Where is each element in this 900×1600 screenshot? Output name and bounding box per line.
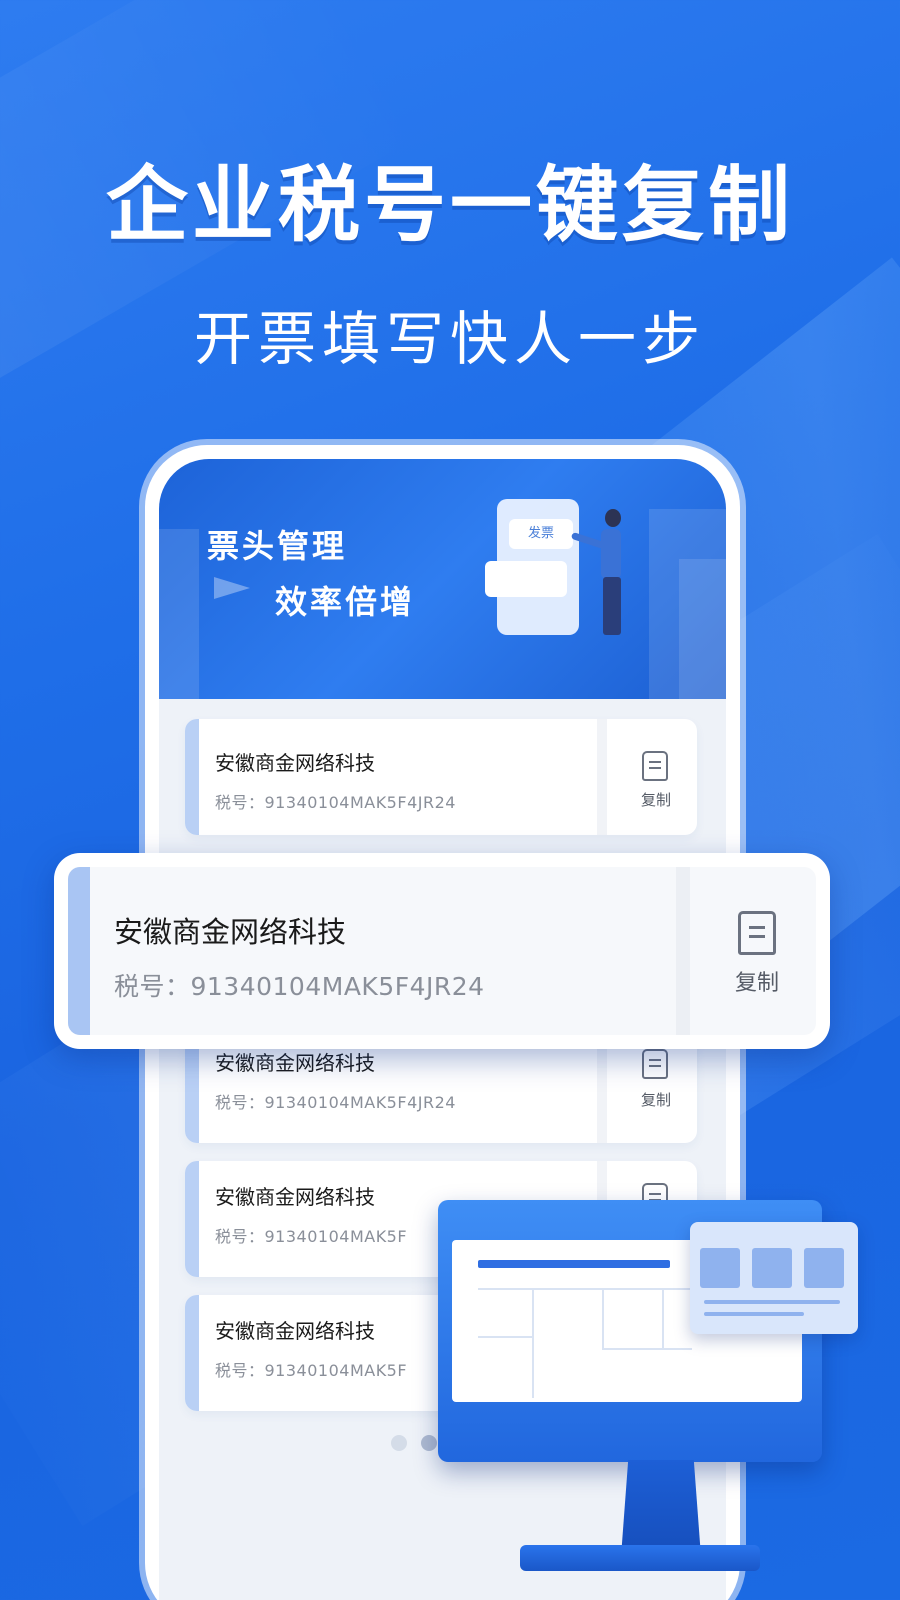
tax-number: 税号：91340104MAK5F4JR24 bbox=[215, 1093, 456, 1112]
copy-button[interactable]: 复制 bbox=[690, 867, 816, 1035]
banner-subtitle: 效率倍增 bbox=[275, 583, 416, 621]
company-name: 安徽商金网络科技 bbox=[114, 915, 347, 949]
building-illustration bbox=[679, 559, 726, 699]
panel-line bbox=[704, 1300, 840, 1304]
monitor-line bbox=[602, 1348, 692, 1350]
divider bbox=[676, 867, 690, 1035]
document-card-illustration bbox=[485, 561, 567, 597]
play-arrow-icon bbox=[214, 577, 250, 599]
person-illustration bbox=[601, 529, 621, 579]
copy-label: 复制 bbox=[640, 791, 671, 809]
company-name: 安徽商金网络科技 bbox=[215, 1051, 375, 1075]
tax-number: 税号：91340104MAK5F4JR24 bbox=[114, 972, 485, 1001]
hero-headline: 企业税号一键复制 bbox=[105, 158, 794, 253]
monitor-line bbox=[532, 1288, 534, 1398]
item-accent-bar bbox=[185, 719, 199, 835]
company-name: 安徽商金网络科技 bbox=[215, 751, 375, 775]
panel-block bbox=[804, 1248, 844, 1288]
tax-number: 税号：91340104MAK5F4JR24 bbox=[215, 793, 456, 812]
hero-subline: 开票填写快人一步 bbox=[193, 305, 706, 373]
tax-number: 税号：91340104MAK5F bbox=[215, 1361, 408, 1380]
invoice-tag: 发票 bbox=[509, 519, 573, 549]
item-accent-bar bbox=[68, 867, 90, 1035]
panel-block bbox=[752, 1248, 792, 1288]
panel-block bbox=[700, 1248, 740, 1288]
monitor-base bbox=[520, 1545, 760, 1571]
monitor-line bbox=[478, 1336, 534, 1338]
person-illustration bbox=[603, 577, 621, 635]
monitor-line bbox=[602, 1288, 604, 1348]
person-illustration bbox=[605, 509, 621, 527]
copy-label: 复制 bbox=[640, 1091, 671, 1109]
featured-list-item[interactable]: 安徽商金网络科技 税号：91340104MAK5F4JR24 复制 bbox=[54, 853, 830, 1049]
receipt-icon bbox=[738, 911, 776, 955]
copy-label: 复制 bbox=[734, 971, 779, 996]
item-accent-bar bbox=[185, 1295, 199, 1411]
monitor-line bbox=[662, 1288, 664, 1348]
company-name: 安徽商金网络科技 bbox=[215, 1319, 375, 1343]
monitor-header-bar bbox=[478, 1260, 670, 1268]
banner-title: 票头管理 bbox=[207, 527, 348, 565]
building-illustration bbox=[159, 529, 199, 699]
list-item[interactable]: 安徽商金网络科技 税号：91340104MAK5F4JR24 复制 bbox=[185, 719, 697, 835]
receipt-icon bbox=[642, 1049, 668, 1079]
banner: 票头管理 效率倍增 发票 bbox=[159, 459, 726, 699]
copy-button[interactable]: 复制 bbox=[615, 719, 697, 835]
featured-item-card: 安徽商金网络科技 税号：91340104MAK5F4JR24 复制 bbox=[68, 867, 816, 1035]
item-accent-bar bbox=[185, 1161, 199, 1277]
panel-line bbox=[704, 1312, 804, 1316]
monitor-panel-illustration bbox=[690, 1222, 858, 1334]
tax-number: 税号：91340104MAK5F bbox=[215, 1227, 408, 1246]
divider bbox=[597, 719, 607, 835]
pagination-dot[interactable] bbox=[391, 1435, 407, 1451]
pagination-dot-active[interactable] bbox=[421, 1435, 437, 1451]
company-name: 安徽商金网络科技 bbox=[215, 1185, 375, 1209]
receipt-icon bbox=[642, 751, 668, 781]
